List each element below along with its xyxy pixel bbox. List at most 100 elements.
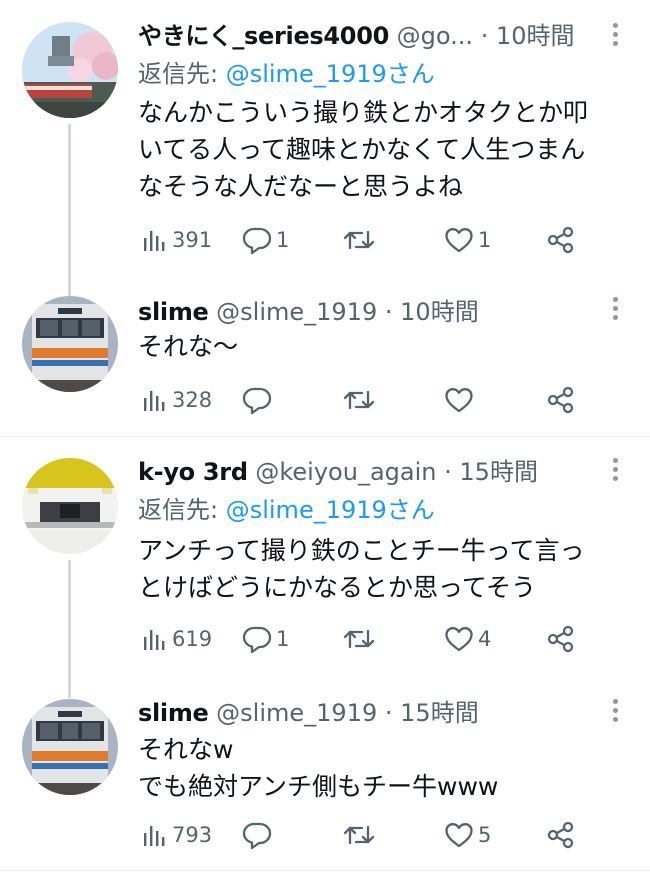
action-bar: 391 1 1 [142,223,592,257]
tweet-slime-reply-2[interactable]: slime @slime_1919 · 15時間 それなw でも絶対アンチ側もチ… [0,689,650,876]
bar-chart-icon [144,630,165,650]
views-button[interactable]: 328 [142,383,212,417]
display-name[interactable]: やきにく_series4000 [138,22,389,50]
timestamp[interactable]: 10時間 [400,298,479,326]
heart-icon [445,627,473,652]
like-count: 5 [478,823,492,847]
more-options-icon[interactable] [610,698,620,726]
retweet-button[interactable] [342,223,380,257]
display-name[interactable]: k-yo 3rd [138,458,248,486]
views-button[interactable]: 793 [142,818,212,852]
retweet-button[interactable] [342,622,380,656]
bar-chart-icon [144,826,165,846]
share-nodes-icon [547,625,574,653]
tweet-text-line: なそうな人だなーと思うよね [138,172,464,201]
views-button[interactable]: 391 [142,223,212,257]
like-button[interactable]: 5 [444,818,491,852]
share-button[interactable] [546,622,576,656]
tweet-text: なんかこういう撮り鉄とかオタクとか叩 いてる人って趣味とかなくて人生つまん なそ… [138,94,638,205]
tweet-text-line: なんかこういう撮り鉄とかオタクとか叩 [138,98,589,127]
like-count: 1 [478,228,492,252]
like-button[interactable] [444,383,478,417]
more-options-icon[interactable] [610,457,620,485]
tweet-yakiniku[interactable]: やきにく_series4000 @go... · 10時間 返信先: @slim… [0,0,650,296]
share-nodes-icon [547,226,574,254]
reply-to-label: 返信先: [138,60,226,88]
thread-line [68,124,71,296]
timestamp[interactable]: 15時間 [459,458,538,486]
tweet-text: それな〜 [138,328,638,365]
tweet-text-line: でも絶対アンチ側もチー牛www [138,772,499,801]
action-bar: 328 [142,383,592,417]
more-options-icon[interactable] [610,22,620,50]
like-button[interactable]: 4 [444,622,491,656]
tweet-header: slime @slime_1919 · 15時間 [138,696,479,730]
speech-bubble-icon [242,822,272,850]
tweet-text: アンチって撮り鉄のことチー牛って言っ とけばどうにかなるとか思ってそう [138,532,638,606]
reply-button[interactable] [242,818,276,852]
share-button[interactable] [546,223,576,257]
heart-icon [445,228,473,253]
retweet-arrows-icon [343,825,375,845]
share-nodes-icon [547,821,574,849]
avatar[interactable] [22,296,118,392]
retweet-button[interactable] [342,818,380,852]
action-bar: 619 1 4 [142,622,592,656]
retweet-arrows-icon [343,230,375,250]
separator: · [480,22,489,50]
reply-button[interactable]: 1 [242,622,289,656]
speech-bubble-icon [242,626,272,654]
bottom-divider [0,870,650,871]
bar-chart-icon [144,231,165,251]
retweet-arrows-icon [343,629,375,649]
views-count: 619 [172,627,213,651]
speech-bubble-icon [242,227,272,255]
timestamp[interactable]: 15時間 [400,699,479,727]
tweet-text-line: それな〜 [138,332,239,361]
reply-button[interactable]: 1 [242,223,289,257]
reply-to-line: 返信先: @slime_1919さん [138,493,435,527]
retweet-arrows-icon [343,390,375,410]
share-button[interactable] [546,383,576,417]
reply-to-line: 返信先: @slime_1919さん [138,57,435,91]
speech-bubble-icon [242,387,272,415]
heart-icon [445,823,473,848]
tweet-kyo[interactable]: k-yo 3rd @keiyou_again · 15時間 返信先: @slim… [0,437,650,698]
views-button[interactable]: 619 [142,622,212,656]
tweet-header: やきにく_series4000 @go... · 10時間 [138,19,575,53]
reply-count: 1 [276,228,290,252]
timestamp[interactable]: 10時間 [496,22,575,50]
username[interactable]: @slime_1919 [216,298,377,326]
separator: · [384,298,393,326]
tweet-text-line: いてる人って趣味とかなくて人生つまん [138,135,586,164]
views-count: 328 [172,388,213,412]
username[interactable]: @go... [397,22,473,50]
username[interactable]: @keiyou_again [255,458,436,486]
more-options-icon[interactable] [610,296,620,324]
thread-line [68,560,71,698]
separator: · [444,458,452,486]
reply-button[interactable] [242,383,276,417]
tweet-header: k-yo 3rd @keiyou_again · 15時間 [138,455,538,489]
share-nodes-icon [547,386,574,414]
retweet-button[interactable] [342,383,380,417]
tweet-text: それなw でも絶対アンチ側もチー牛www [138,731,638,805]
like-count: 4 [478,627,492,651]
reply-to-mention[interactable]: @slime_1919さん [226,496,435,524]
username[interactable]: @slime_1919 [216,699,377,727]
display-name[interactable]: slime [138,298,209,326]
like-button[interactable]: 1 [444,223,491,257]
views-count: 793 [172,823,213,847]
action-bar: 793 5 [142,818,592,852]
avatar[interactable] [22,22,118,118]
tweet-slime-reply[interactable]: slime @slime_1919 · 10時間 それな〜 328 [0,286,650,436]
display-name[interactable]: slime [138,699,209,727]
avatar[interactable] [22,699,118,795]
avatar[interactable] [22,458,118,554]
tweet-text-line: それなw [138,735,234,764]
heart-icon [445,388,473,413]
share-button[interactable] [546,818,576,852]
reply-to-mention[interactable]: @slime_1919さん [226,60,435,88]
separator: · [384,699,393,727]
reply-to-label: 返信先: [138,496,226,524]
